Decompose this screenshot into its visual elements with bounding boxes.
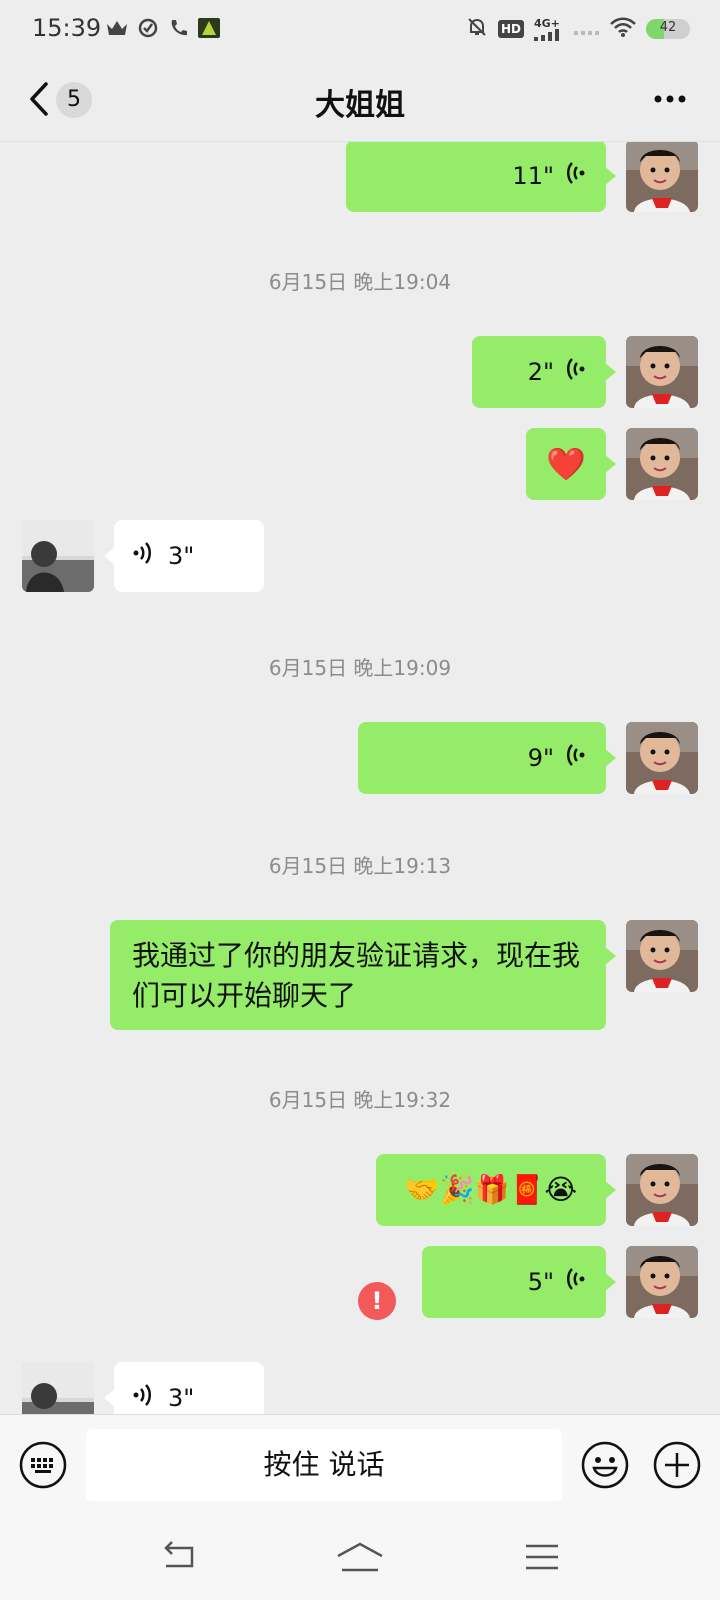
my-avatar[interactable] [626,142,698,212]
voice-wave-icon [564,356,586,388]
my-avatar[interactable] [626,920,698,992]
voice-duration: 9" [527,744,554,772]
voice-duration: 3" [168,1384,195,1412]
timestamp: 6月15日 晚上19:04 [268,270,452,294]
voice-duration: 11" [512,162,554,190]
bell-off-icon [466,16,488,42]
text-message-bubble[interactable]: 我通过了你的朋友验证请求，现在我们可以开始聊天了 [110,920,616,1030]
cellular-signal: 4G+ [534,18,564,41]
signal-icon-secondary [574,20,600,39]
voice-wave-icon [564,742,586,774]
emoji-sequence: 🤝🎉🎁🧧😭 [404,1173,578,1206]
my-avatar[interactable] [626,336,698,408]
crown-icon [106,19,128,41]
message-list[interactable]: 11" 6月15日 晚上19:04 2" ❤️ 3" 6月15日 晚上19:09… [0,142,720,1414]
my-avatar[interactable] [626,1246,698,1318]
hd-icon: HD [497,20,524,38]
my-avatar[interactable] [626,722,698,794]
battery-level: 42 [659,20,677,35]
signal-icon [534,28,559,41]
phone-icon [168,18,188,42]
status-time: 15:39 [32,14,102,42]
voice-duration: 5" [527,1268,554,1296]
menu-nav-icon[interactable] [522,1540,562,1574]
input-bar: 按住 说话 [0,1414,720,1518]
voice-message-bubble[interactable]: 5" [422,1246,616,1318]
system-navigation-bar [0,1518,720,1600]
voice-wave-icon [132,1382,154,1414]
check-circle-icon [138,18,158,42]
emoji-icon[interactable] [580,1440,630,1490]
app-icon [198,18,220,42]
heart-emoji: ❤️ [546,445,586,483]
plus-icon[interactable] [652,1440,702,1490]
timestamp: 6月15日 晚上19:09 [268,656,452,680]
voice-wave-icon [564,160,586,192]
network-label: 4G+ [534,16,560,30]
wifi-icon [610,17,636,41]
voice-wave-icon [132,540,154,572]
my-avatar[interactable] [626,1154,698,1226]
emoji-message-bubble[interactable]: ❤️ [526,428,616,500]
voice-message-bubble[interactable]: 9" [358,722,616,794]
voice-duration: 2" [527,358,554,386]
timestamp: 6月15日 晚上19:32 [268,1088,452,1112]
contact-avatar[interactable] [22,1362,94,1414]
voice-message-bubble[interactable]: 11" [346,142,616,212]
timestamp: 6月15日 晚上19:13 [268,854,452,878]
chat-header: 5 大姐姐 [0,56,720,142]
more-options-button[interactable] [650,84,690,114]
hold-to-talk-button[interactable]: 按住 说话 [86,1429,562,1501]
voice-message-bubble[interactable]: 2" [472,336,616,408]
voice-wave-icon [564,1266,586,1298]
send-failed-icon[interactable]: ! [358,1282,396,1320]
voice-message-bubble[interactable]: 3" [104,1362,264,1414]
battery-icon: 42 [646,19,690,39]
back-nav-icon[interactable] [158,1540,198,1574]
my-avatar[interactable] [626,428,698,500]
voice-duration: 3" [168,542,195,570]
voice-message-bubble[interactable]: 3" [104,520,264,592]
chat-title: 大姐姐 [315,88,405,123]
keyboard-icon[interactable] [18,1440,68,1490]
contact-avatar[interactable] [22,520,94,592]
status-bar: 15:39 HD 4G+ 42 [0,0,720,56]
emoji-message-bubble[interactable]: 🤝🎉🎁🧧😭 [376,1154,616,1226]
home-nav-icon[interactable] [336,1540,384,1574]
